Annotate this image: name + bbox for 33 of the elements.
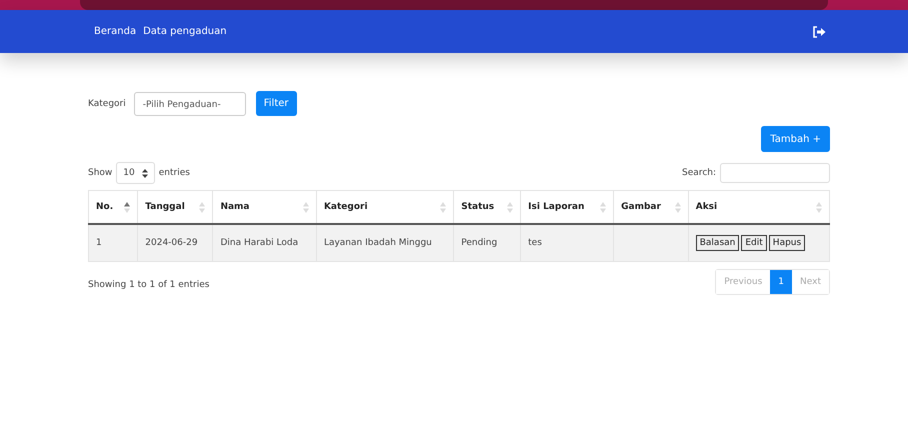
action-button[interactable]: Edit	[741, 235, 767, 251]
column-header[interactable]: Nama	[220, 202, 250, 212]
logout-icon[interactable]	[812, 26, 826, 38]
show-label: Show	[88, 168, 112, 178]
page-length-select[interactable]: 10	[116, 162, 155, 184]
table-cell: 1	[96, 238, 102, 248]
table-cell: tes	[528, 238, 542, 248]
action-button[interactable]: Hapus	[768, 235, 806, 251]
category-select[interactable]: -Pilih Pengaduan-	[134, 92, 246, 116]
filter-button[interactable]: Filter	[256, 91, 297, 116]
search-label: Search:	[682, 168, 716, 178]
table-cell: Pending	[461, 238, 498, 248]
column-header[interactable]: No.	[96, 202, 114, 212]
nav-link[interactable]: Data pengaduan	[143, 26, 227, 37]
column-header[interactable]: Tanggal	[145, 202, 185, 212]
select-arrows-icon	[142, 168, 148, 178]
pagination-button[interactable]: 1	[770, 270, 792, 294]
table-info: Showing 1 to 1 of 1 entries	[88, 280, 210, 290]
entries-label: entries	[158, 168, 190, 178]
column-header[interactable]: Isi Laporan	[528, 202, 584, 212]
search-field[interactable]	[720, 163, 830, 183]
add-button[interactable]: Tambah +	[761, 126, 830, 152]
column-header[interactable]: Status	[461, 202, 494, 212]
action-button[interactable]: Balasan	[696, 235, 740, 251]
nav-link[interactable]: Beranda	[94, 26, 136, 37]
table-cell: 2024-06-29	[145, 238, 198, 248]
column-header[interactable]: Gambar	[621, 202, 661, 212]
filter-label: Kategori	[88, 98, 126, 108]
sort-icon[interactable]	[124, 202, 130, 212]
table-cell: Dina Harabi Loda	[220, 238, 298, 248]
column-header[interactable]: Aksi	[696, 202, 718, 212]
column-header[interactable]: Kategori	[324, 202, 368, 212]
table-cell: Layanan Ibadah Minggu	[324, 238, 432, 248]
